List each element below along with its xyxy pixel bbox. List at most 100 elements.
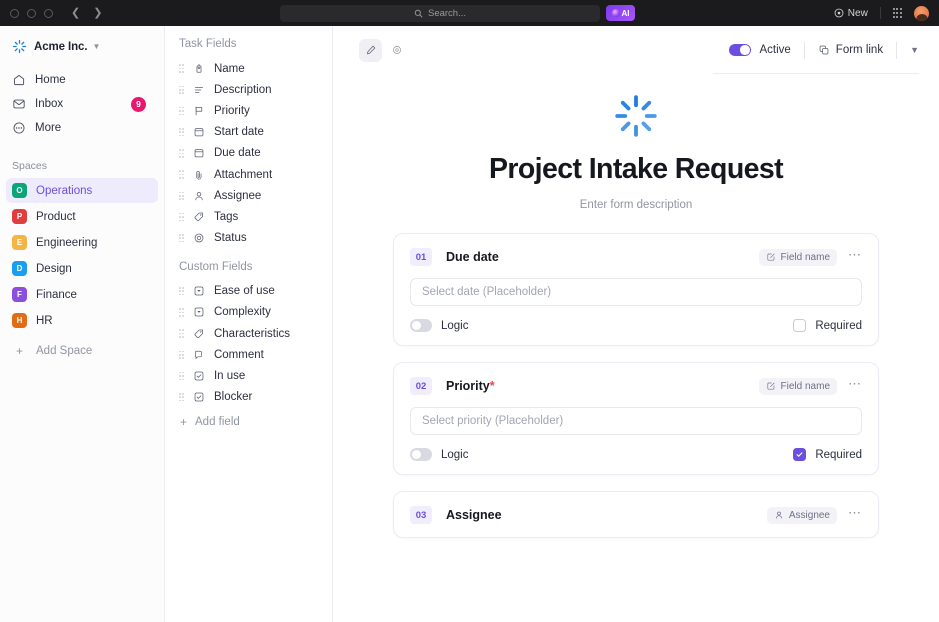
back-icon[interactable]: ❮ [71,8,80,19]
field-item-due-date[interactable]: Due date [165,143,332,164]
add-field-button[interactable]: + Add field [165,408,332,429]
drag-handle-icon[interactable] [179,393,184,401]
active-toggle[interactable] [729,44,751,57]
field-name-chip[interactable]: Field name [759,249,837,266]
sidebar: Acme Inc. ▼ Home Inbox 9 [0,26,165,622]
sidebar-item-label: Home [35,74,66,86]
sidebar-item-home[interactable]: Home [0,68,164,92]
field-item-start-date[interactable]: Start date [165,122,332,143]
field-item-comment[interactable]: Comment [165,344,332,365]
drag-handle-icon[interactable] [179,372,184,380]
field-item-priority[interactable]: Priority [165,100,332,121]
search-placeholder: Search... [428,8,466,19]
chevron-down-icon[interactable]: ▼ [910,45,919,55]
drag-handle-icon[interactable] [179,170,184,178]
required-control[interactable]: Required [793,319,862,332]
field-item-characteristics[interactable]: Characteristics [165,323,332,344]
field-item-blocker[interactable]: Blocker [165,387,332,408]
drag-handle-icon[interactable] [179,149,184,157]
forward-icon[interactable]: ❯ [93,8,102,19]
sidebar-item-design[interactable]: D Design [6,256,158,281]
field-item-in-use[interactable]: In use [165,365,332,386]
edit-box-icon [766,252,776,262]
form-description[interactable]: Enter form description [333,199,939,211]
workspace-switcher[interactable]: Acme Inc. ▼ [0,35,164,58]
drag-handle-icon[interactable] [179,329,184,337]
space-initial-badge: D [12,261,27,276]
field-item-attachment[interactable]: Attachment [165,164,332,185]
paperclip-icon [192,168,206,182]
logic-toggle[interactable] [410,319,432,332]
drag-handle-icon[interactable] [179,107,184,115]
preview-mode-button[interactable] [385,39,408,62]
space-initial-badge: H [12,313,27,328]
divider [804,42,805,59]
field-label: Status [214,232,247,244]
field-item-tags[interactable]: Tags [165,206,332,227]
field-item-assignee[interactable]: Assignee [165,185,332,206]
dropdown-icon [192,284,206,298]
close-button[interactable] [10,9,19,18]
apps-grid-icon[interactable] [893,8,902,17]
add-space-button[interactable]: + Add Space [0,337,164,365]
field-item-ease-of-use[interactable]: Ease of use [165,281,332,302]
drag-handle-icon[interactable] [179,287,184,295]
calendar-icon [192,125,206,139]
title-bar: ❮ ❯ Search... AI New [0,0,939,26]
sidebar-item-more[interactable]: More [0,116,164,140]
drag-handle-icon[interactable] [179,213,184,221]
new-button[interactable]: New [834,8,868,19]
required-label: Required [815,320,862,332]
form-field-card[interactable]: 02 Priority* Field name [393,362,879,475]
drag-handle-icon[interactable] [179,234,184,242]
sidebar-item-hr[interactable]: H HR [6,308,158,333]
date-input[interactable]: Select date (Placeholder) [410,278,862,306]
minimize-button[interactable] [27,9,36,18]
new-label: New [848,8,868,19]
sidebar-item-engineering[interactable]: E Engineering [6,230,158,255]
window-controls[interactable] [10,9,53,18]
maximize-button[interactable] [44,9,53,18]
required-checkbox[interactable] [793,319,806,332]
space-initial-badge: P [12,209,27,224]
avatar[interactable] [914,6,929,21]
more-options-icon[interactable]: ⋯ [848,380,862,392]
required-checkbox[interactable] [793,448,806,461]
more-options-icon[interactable]: ⋯ [848,251,862,263]
drag-handle-icon[interactable] [179,351,184,359]
sidebar-item-inbox[interactable]: Inbox 9 [0,92,164,116]
input-placeholder: Select date (Placeholder) [422,286,551,298]
priority-input[interactable]: Select priority (Placeholder) [410,407,862,435]
ai-button[interactable]: AI [606,5,635,21]
field-label: Due date [214,147,261,159]
drag-handle-icon[interactable] [179,308,184,316]
search-input[interactable]: Search... [280,5,600,22]
required-control[interactable]: Required [793,448,862,461]
logic-toggle[interactable] [410,448,432,461]
chip-label: Field name [781,381,830,392]
field-item-status[interactable]: Status [165,228,332,249]
browser-nav[interactable]: ❮ ❯ [71,8,102,19]
sidebar-item-finance[interactable]: F Finance [6,282,158,307]
form-field-card[interactable]: 01 Due date Field name [393,233,879,346]
field-name-chip[interactable]: Field name [759,378,837,395]
target-icon [834,8,844,18]
field-item-description[interactable]: Description [165,79,332,100]
drag-handle-icon[interactable] [179,86,184,94]
field-item-complexity[interactable]: Complexity [165,302,332,323]
person-icon [192,189,206,203]
mode-switcher [359,39,408,62]
sidebar-item-operations[interactable]: O Operations [6,178,158,203]
form-field-card[interactable]: 03 Assignee Assignee ⋯ [393,491,879,538]
drag-handle-icon[interactable] [179,128,184,136]
drag-handle-icon[interactable] [179,192,184,200]
more-options-icon[interactable]: ⋯ [848,509,862,521]
sidebar-item-product[interactable]: P Product [6,204,158,229]
assignee-chip[interactable]: Assignee [767,507,837,524]
field-item-name[interactable]: Name [165,58,332,79]
sidebar-item-label: Inbox [35,98,63,110]
form-link-button[interactable]: Form link [818,44,883,56]
edit-mode-button[interactable] [359,39,382,62]
drag-handle-icon[interactable] [179,64,184,72]
space-initial-badge: E [12,235,27,250]
